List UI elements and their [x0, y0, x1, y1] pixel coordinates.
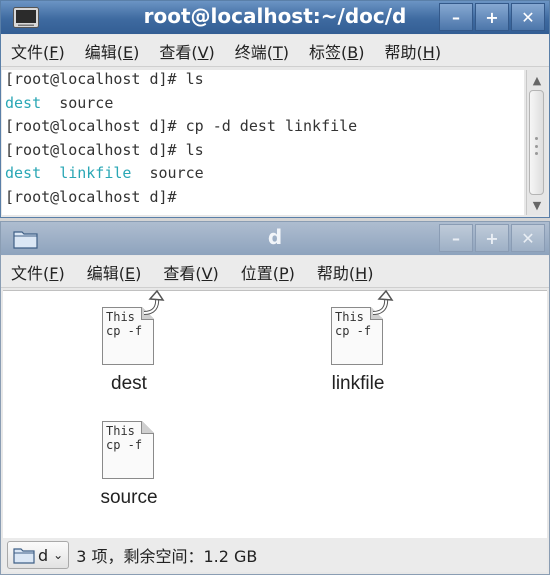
- file-name: source: [100, 487, 158, 508]
- terminal-window: root@localhost:~/doc/d – + ✕ 文件(F) 编辑(E) 查…: [0, 0, 550, 218]
- menu-item[interactable]: 编辑(E): [85, 39, 140, 63]
- minimize-button[interactable]: –: [439, 3, 473, 31]
- terminal-line: [root@localhost d]# ls: [5, 140, 204, 159]
- folder-icon: [13, 547, 35, 564]
- terminal-scrollbar[interactable]: ▲ ▼: [526, 70, 547, 215]
- terminal-line: [root@localhost d]#: [5, 187, 177, 206]
- chevron-down-icon: ⌄: [53, 548, 64, 562]
- minimize-icon: –: [452, 7, 460, 27]
- scroll-up-icon[interactable]: ▲: [527, 71, 547, 89]
- menu-item[interactable]: 文件(F): [11, 39, 65, 63]
- file-manager-window: d – + ✕ 文件(F) 编辑(E) 查看(V) 位置(P) 帮助(H) This c…: [0, 221, 550, 575]
- status-text: 3 项，剩余空间：1.2 GB: [76, 547, 258, 566]
- terminal-line: [root@localhost d]# ls: [5, 70, 204, 88]
- menu-item[interactable]: 查看(V): [159, 39, 214, 63]
- file-manager-menubar: 文件(F) 编辑(E) 查看(V) 位置(P) 帮助(H): [1, 256, 549, 288]
- statusbar: d ⌄ 3 项，剩余空间：1.2 GB: [3, 538, 547, 572]
- text-file-icon: This cp -f: [102, 289, 165, 365]
- text-file-icon: This cp -f: [102, 417, 156, 479]
- terminal-output[interactable]: [root@localhost d]# ls dest source [root@l…: [2, 70, 524, 215]
- scroll-down-icon[interactable]: ▼: [527, 196, 547, 214]
- symlink-arrow-icon: [372, 289, 394, 315]
- close-button[interactable]: ✕: [511, 224, 545, 252]
- file-name: dest: [111, 373, 147, 394]
- menu-item[interactable]: 文件(F): [11, 260, 65, 284]
- file-item[interactable]: This cp -f linkfile: [298, 289, 418, 395]
- maximize-button[interactable]: +: [475, 3, 509, 31]
- minimize-button[interactable]: –: [439, 224, 473, 252]
- close-button[interactable]: ✕: [511, 3, 545, 31]
- file-manager-titlebar[interactable]: d – + ✕: [1, 222, 549, 255]
- close-icon: ✕: [521, 7, 535, 27]
- file-item[interactable]: This cp -f dest: [69, 289, 189, 395]
- file-view[interactable]: This cp -f dest This cp -f linkfile This cp …: [3, 289, 547, 538]
- symlink-arrow-icon: [143, 289, 165, 315]
- close-icon: ✕: [521, 228, 535, 248]
- terminal-line: dest source: [5, 93, 114, 112]
- terminal-line: dest linkfile source: [5, 164, 204, 182]
- minimize-icon: –: [452, 228, 460, 248]
- location-label: d: [38, 545, 49, 565]
- maximize-icon: +: [485, 228, 499, 248]
- terminal-menubar: 文件(F) 编辑(E) 查看(V) 终端(T) 标签(B) 帮助(H): [1, 35, 549, 67]
- file-item[interactable]: This cp -f source: [69, 417, 189, 509]
- menu-item[interactable]: 终端(T): [235, 39, 289, 63]
- scrollbar-thumb[interactable]: [529, 90, 544, 195]
- menu-item[interactable]: 标签(B): [309, 39, 364, 63]
- text-file-icon: This cp -f: [331, 289, 394, 365]
- menu-item[interactable]: 帮助(H): [317, 260, 374, 284]
- maximize-icon: +: [485, 7, 499, 27]
- file-name: linkfile: [331, 373, 385, 394]
- menu-item[interactable]: 位置(P): [241, 260, 295, 284]
- location-combo[interactable]: d ⌄: [7, 541, 70, 569]
- menu-item[interactable]: 查看(V): [163, 260, 218, 284]
- terminal-titlebar[interactable]: root@localhost:~/doc/d – + ✕: [1, 1, 549, 34]
- maximize-button[interactable]: +: [475, 224, 509, 252]
- menu-item[interactable]: 帮助(H): [385, 39, 442, 63]
- menu-item[interactable]: 编辑(E): [87, 260, 142, 284]
- terminal-line: [root@localhost d]# cp -d dest linkfile: [5, 117, 358, 135]
